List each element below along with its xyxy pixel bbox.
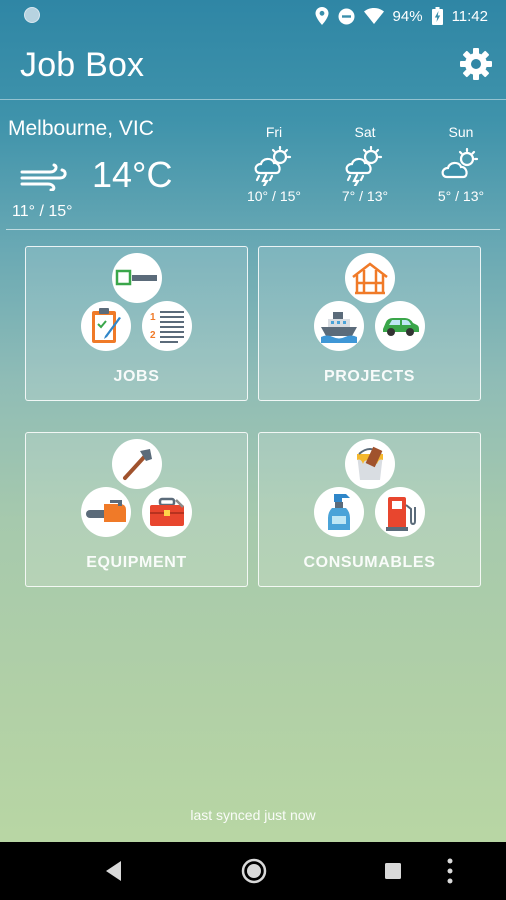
status-bar: 94% 11:42 [0, 0, 506, 32]
ship-icon [321, 312, 357, 343]
forecast-range: 10° / 15° [246, 188, 301, 204]
sync-status: last synced just now [190, 807, 316, 823]
do-not-disturb-icon [338, 8, 355, 24]
spray-bottle-icon-bubble [314, 487, 364, 537]
battery-percent: 94% [392, 7, 423, 25]
checkbox-icon-bubble [112, 253, 162, 303]
consumables-label: CONSUMABLES [303, 554, 436, 571]
consumables-tile[interactable]: CONSUMABLES [258, 432, 481, 587]
status-icons: 94% 11:42 [315, 5, 488, 27]
partly-cloudy-icon [441, 147, 479, 179]
fuel-pump-icon [386, 497, 416, 531]
storm-cloud-icon [254, 146, 292, 186]
forecast-day-label: Sat [354, 124, 376, 140]
forecast-day-label: Sun [448, 124, 474, 140]
weather-panel: Melbourne, VIC 14°C 11° / 15° Fri 10° / … [0, 100, 506, 230]
gear-icon[interactable] [458, 46, 494, 82]
notification-dot-icon [24, 7, 40, 23]
forecast-range: 7° / 13° [341, 188, 389, 204]
weather-divider [6, 229, 500, 230]
chainsaw-icon-bubble [81, 487, 131, 537]
toolbox-icon [150, 497, 184, 526]
projects-tile[interactable]: PROJECTS [258, 246, 481, 401]
paint-bucket-icon [357, 446, 383, 480]
house-frame-icon [352, 262, 388, 295]
checkbox-icon [115, 269, 157, 286]
projects-label: PROJECTS [323, 368, 416, 385]
forecast-day-label: Fri [265, 124, 283, 140]
wifi-icon [363, 8, 384, 24]
battery-charging-icon [431, 7, 443, 25]
clipboard-icon-bubble [81, 301, 131, 351]
axe-icon-bubble [112, 439, 162, 489]
forecast-range: 5° / 13° [437, 188, 485, 204]
clipboard-icon [92, 308, 121, 343]
chainsaw-icon [86, 500, 126, 522]
svg-text:1: 1 [150, 312, 156, 323]
app-title: Job Box [20, 46, 145, 84]
equipment-label: EQUIPMENT [86, 554, 187, 571]
equipment-tile[interactable]: EQUIPMENT [25, 432, 248, 587]
jobs-tile[interactable]: 1 2 JOBS [25, 246, 248, 401]
svg-text:2: 2 [150, 330, 156, 341]
back-icon[interactable] [103, 859, 123, 883]
house-frame-icon-bubble [345, 253, 395, 303]
forecast-day-sun: Sun 5° / 13° [426, 124, 496, 204]
location-icon [315, 7, 329, 25]
forecast-day-sat: Sat 7° / 13° [330, 124, 400, 204]
current-temperature: 14°C [92, 154, 173, 195]
more-icon[interactable] [447, 858, 453, 884]
recents-icon[interactable] [384, 862, 402, 880]
car-icon [383, 318, 419, 336]
axe-icon [123, 449, 152, 480]
fuel-pump-icon-bubble [375, 487, 425, 537]
numbered-list-icon-bubble: 1 2 [142, 301, 192, 351]
car-icon-bubble [375, 301, 425, 351]
numbered-list-icon: 1 2 [150, 311, 184, 343]
toolbox-icon-bubble [142, 487, 192, 537]
spray-bottle-icon [328, 494, 350, 530]
ship-icon-bubble [314, 301, 364, 351]
weather-location: Melbourne, VIC [8, 117, 154, 140]
home-icon[interactable] [241, 858, 267, 884]
forecast-day-fri: Fri 10° / 15° [239, 124, 309, 204]
paint-bucket-icon-bubble [345, 439, 395, 489]
jobs-label: JOBS [113, 368, 160, 385]
today-temperature-range: 11° / 15° [12, 203, 73, 220]
clock: 11:42 [451, 7, 488, 25]
app-bar: Job Box [0, 32, 506, 100]
navigation-bar [0, 842, 506, 900]
storm-cloud-icon [345, 146, 383, 186]
wind-icon [20, 163, 67, 191]
